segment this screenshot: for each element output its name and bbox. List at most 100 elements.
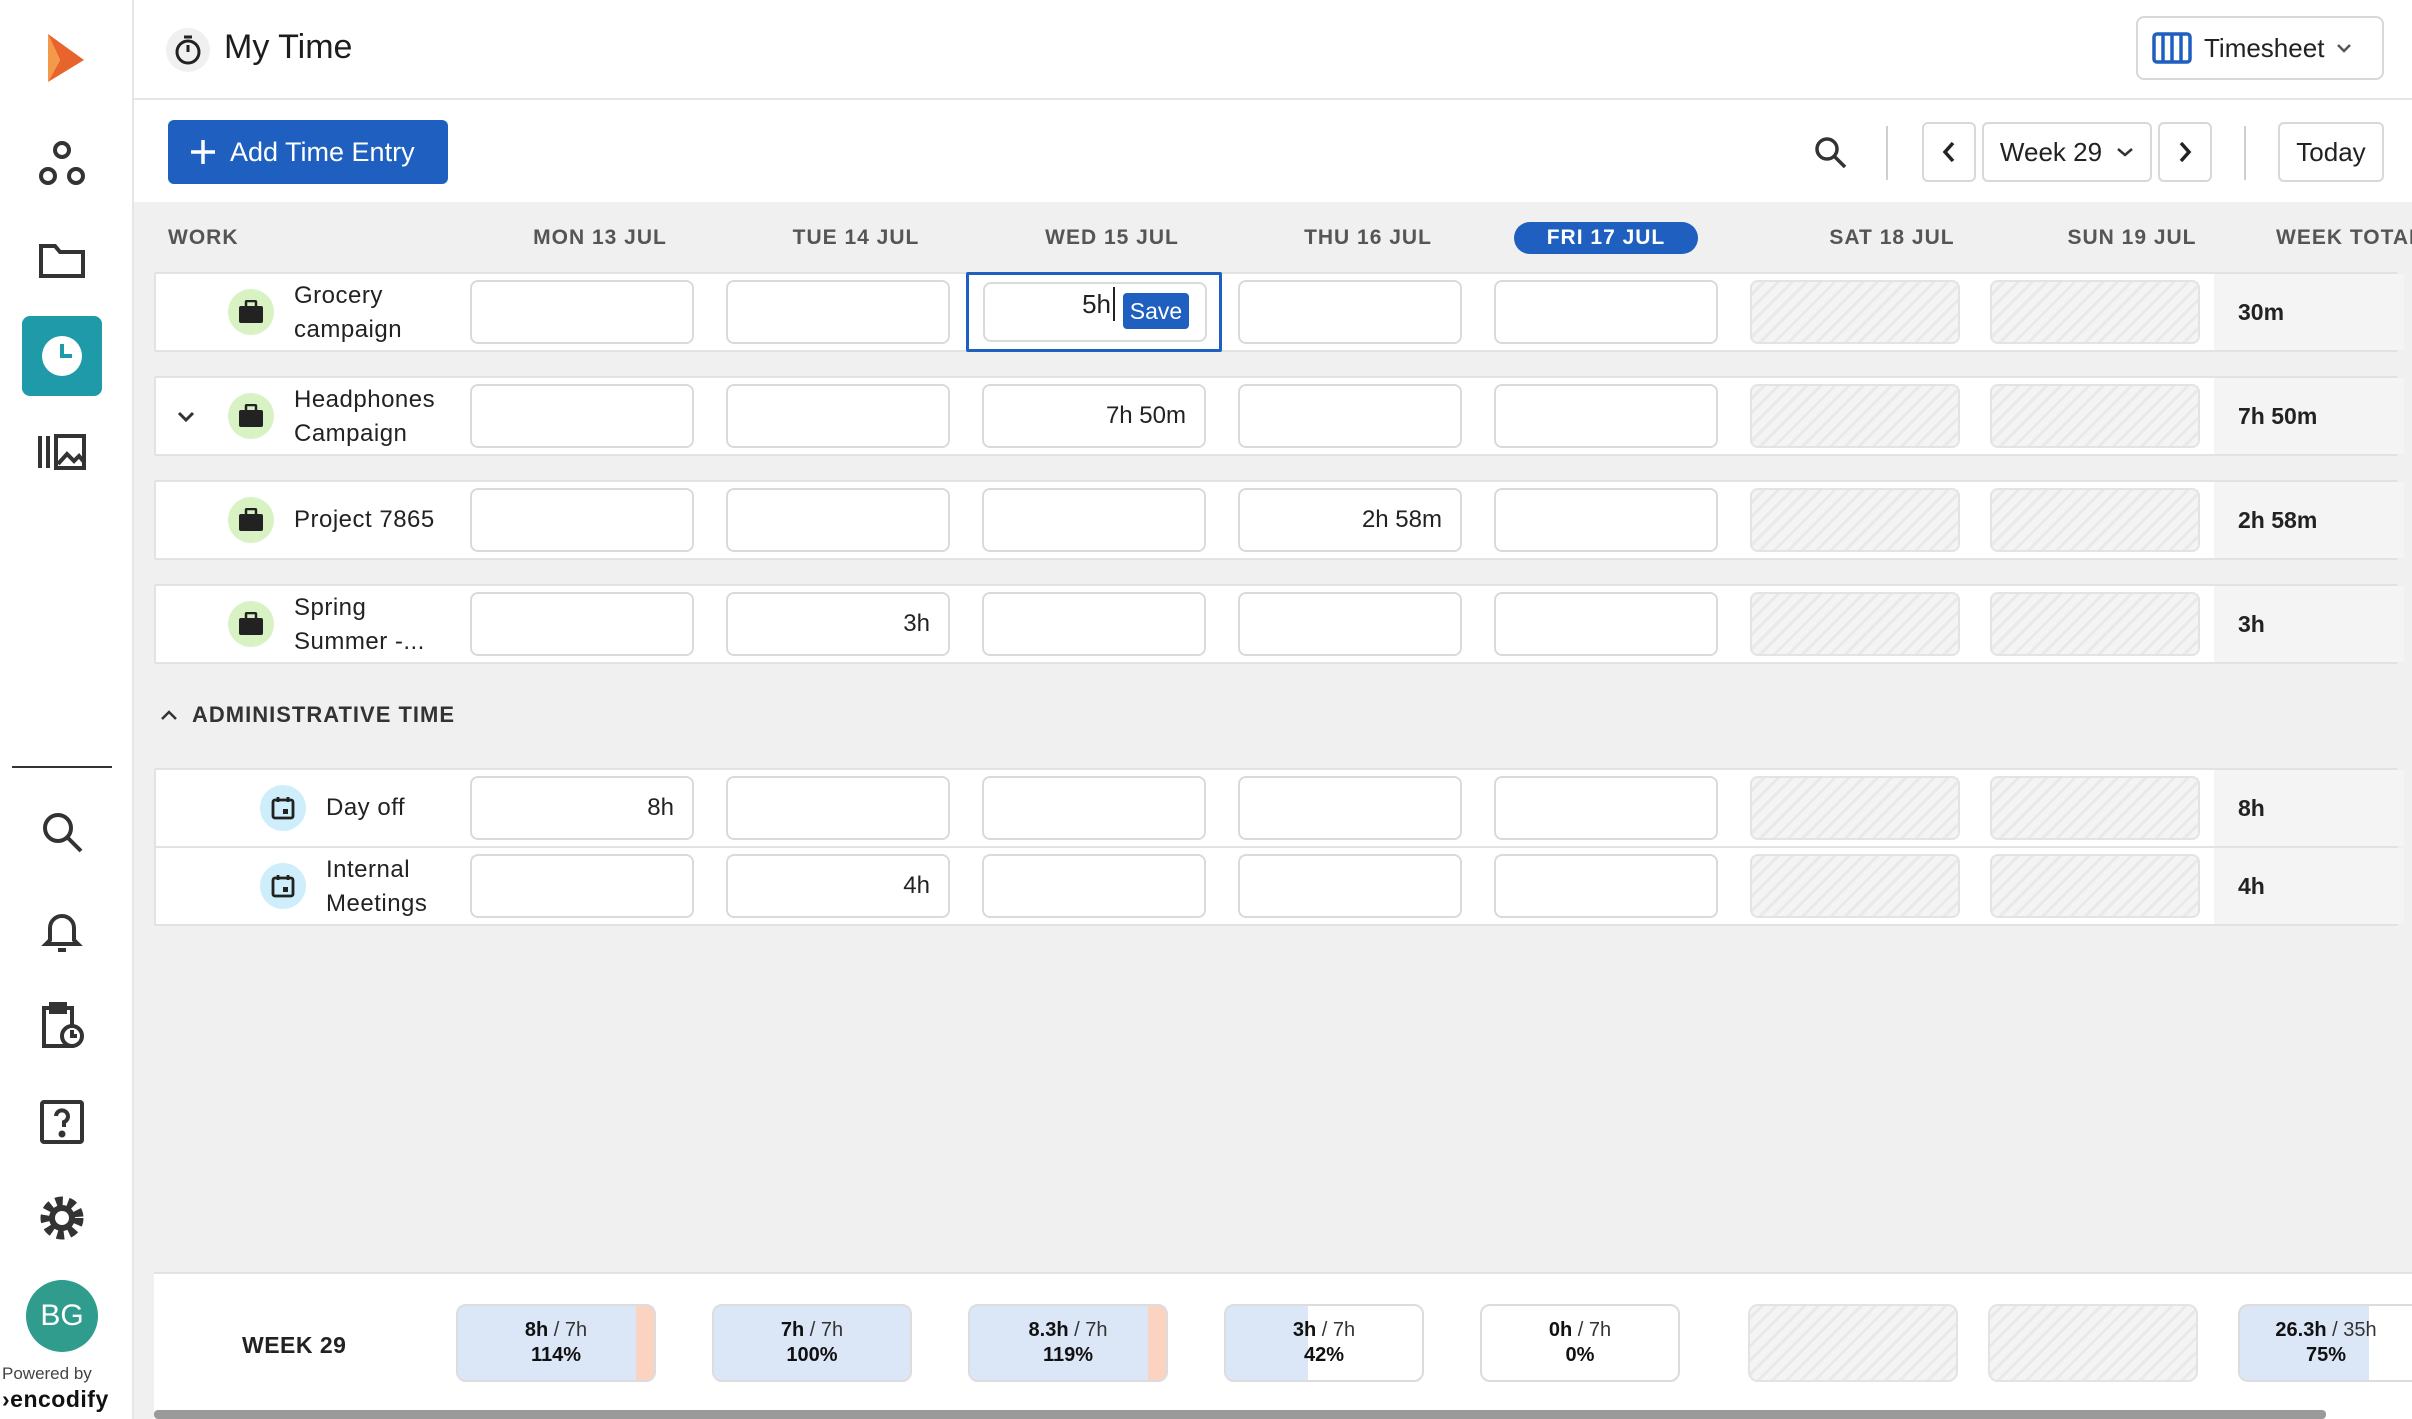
row-name[interactable]: Grocery campaign xyxy=(294,279,402,347)
time-cell[interactable]: 8h xyxy=(470,776,694,840)
day-summary: 8.3h / 7h 119% xyxy=(968,1304,1168,1382)
calendar-icon xyxy=(260,863,306,909)
time-cell[interactable] xyxy=(982,488,1206,552)
work-row: Headphones Campaign 7h 50m 7h 50m xyxy=(154,376,2404,456)
time-cell[interactable] xyxy=(726,776,950,840)
day-target: / 7h xyxy=(1577,1319,1612,1341)
view-switch-dropdown[interactable]: Timesheet xyxy=(2136,16,2384,80)
time-cell[interactable] xyxy=(470,384,694,448)
column-header-day: MON 13 JUL xyxy=(533,226,667,249)
week-total-text: 26.3h / 35h 75% xyxy=(2240,1318,2412,1368)
brand-name: ›encodify xyxy=(2,1386,109,1412)
time-cell[interactable] xyxy=(982,854,1206,918)
time-cell[interactable] xyxy=(1238,592,1462,656)
time-cell[interactable]: 2h 58m xyxy=(1238,488,1462,552)
day-percent: 100% xyxy=(786,1344,838,1366)
add-time-entry-label: Add Time Entry xyxy=(230,136,415,167)
time-cell[interactable] xyxy=(1238,384,1462,448)
time-cell[interactable] xyxy=(1238,280,1462,344)
day-target: / 7h xyxy=(1074,1319,1108,1341)
time-cell[interactable]: 7h 50m xyxy=(982,384,1206,448)
day-logged: 3h xyxy=(1292,1319,1317,1341)
row-name[interactable]: Internal Meetings xyxy=(326,853,427,921)
time-cell[interactable] xyxy=(982,776,1206,840)
weekend-summary xyxy=(1988,1304,2198,1382)
time-cell[interactable] xyxy=(1238,854,1462,918)
day-target: / 7h xyxy=(1321,1319,1356,1341)
week-selector[interactable]: Week 29 xyxy=(1982,122,2152,182)
briefcase-icon xyxy=(228,497,274,543)
chevron-down-icon xyxy=(2337,44,2352,53)
folder-icon[interactable] xyxy=(22,220,102,300)
day-summary: 8h / 7h 114% xyxy=(456,1304,656,1382)
time-cell[interactable] xyxy=(1494,488,1718,552)
library-icon[interactable] xyxy=(22,412,102,492)
admin-section-toggle[interactable]: ADMINISTRATIVE TIME xyxy=(160,702,455,728)
column-header-day: WED 15 JUL xyxy=(1045,226,1179,249)
row-name[interactable]: Spring Summer -... xyxy=(294,591,425,659)
day-percent: 0% xyxy=(1565,1344,1595,1366)
weekend-cell xyxy=(1990,592,2200,656)
toolbar-separator xyxy=(2244,126,2246,180)
search-nav-icon[interactable] xyxy=(22,792,102,872)
time-cell[interactable] xyxy=(470,854,694,918)
weekend-cell xyxy=(1990,384,2200,448)
weekend-cell xyxy=(1750,488,1960,552)
time-cell[interactable] xyxy=(1494,592,1718,656)
horizontal-scrollbar[interactable] xyxy=(154,1410,2326,1419)
week-selector-label: Week 29 xyxy=(1999,136,2103,167)
settings-icon[interactable] xyxy=(22,1178,102,1258)
day-summary: 7h / 7h 100% xyxy=(712,1304,912,1382)
bell-icon[interactable] xyxy=(22,890,102,970)
clipboard-clock-icon[interactable] xyxy=(22,986,102,1066)
admin-row: Day off 8h 8h xyxy=(154,768,2404,848)
teams-icon[interactable] xyxy=(22,124,102,204)
time-cell[interactable] xyxy=(1494,384,1718,448)
day-percent: 114% xyxy=(530,1344,582,1366)
chevron-left-icon xyxy=(1942,141,1955,163)
time-cell[interactable] xyxy=(470,592,694,656)
prev-week-button[interactable] xyxy=(1922,122,1976,182)
add-time-entry-button[interactable]: Add Time Entry xyxy=(168,120,448,184)
page-header: My Time Timesheet xyxy=(134,0,2412,100)
app-logo-icon[interactable] xyxy=(22,18,102,98)
time-cell[interactable] xyxy=(726,280,950,344)
column-header-day: SAT 18 JUL xyxy=(1829,226,1955,249)
column-header-day: TUE 14 JUL xyxy=(792,226,920,249)
row-name[interactable]: Headphones Campaign xyxy=(294,383,435,451)
briefcase-icon xyxy=(228,601,274,647)
time-cell[interactable] xyxy=(1494,854,1718,918)
today-button[interactable]: Today xyxy=(2278,122,2384,182)
row-name[interactable]: Project 7865 xyxy=(294,503,435,537)
time-cell[interactable] xyxy=(1238,776,1462,840)
row-total: 30m xyxy=(2214,274,2404,350)
help-icon[interactable] xyxy=(22,1082,102,1162)
week-percent: 75% xyxy=(2305,1344,2347,1366)
time-cell[interactable] xyxy=(1494,776,1718,840)
avatar[interactable]: BG xyxy=(26,1280,98,1352)
search-button[interactable] xyxy=(1800,122,1860,182)
row-name-line: Headphones xyxy=(294,386,436,413)
save-button[interactable]: Save xyxy=(1123,293,1189,329)
row-name-line: Campaign xyxy=(294,420,408,447)
time-cell[interactable] xyxy=(470,280,694,344)
day-logged: 8.3h xyxy=(1028,1319,1069,1341)
chevron-down-icon[interactable] xyxy=(176,410,196,424)
time-cell[interactable] xyxy=(982,592,1206,656)
time-cell[interactable]: 3h xyxy=(726,592,950,656)
clock-nav-icon[interactable] xyxy=(22,316,102,396)
time-cell[interactable]: 4h xyxy=(726,854,950,918)
day-percent: 119% xyxy=(1042,1344,1094,1366)
time-cell[interactable] xyxy=(1494,280,1718,344)
weekend-cell xyxy=(1990,280,2200,344)
day-summary-text: 8.3h / 7h 119% xyxy=(970,1318,1166,1368)
next-week-button[interactable] xyxy=(2158,122,2212,182)
day-logged: 7h xyxy=(780,1319,805,1341)
time-cell[interactable] xyxy=(470,488,694,552)
column-header-today: FRI 17 JUL xyxy=(1514,222,1698,254)
row-name[interactable]: Day off xyxy=(326,791,405,825)
time-cell[interactable] xyxy=(726,488,950,552)
time-cell[interactable] xyxy=(726,384,950,448)
briefcase-icon xyxy=(228,393,274,439)
column-header-day: SUN 19 JUL xyxy=(2067,226,2197,249)
